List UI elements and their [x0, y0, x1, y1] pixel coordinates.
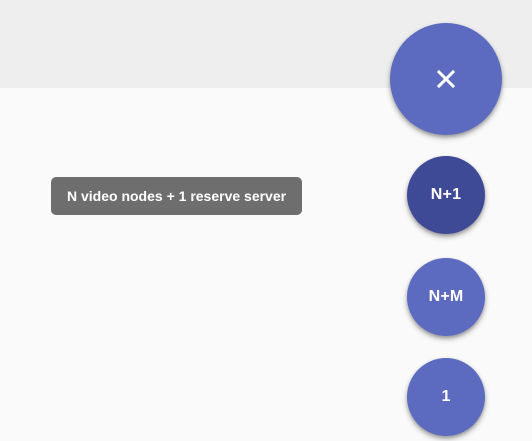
one-label: 1: [441, 388, 451, 405]
n-plus-m-button[interactable]: N+M: [407, 258, 485, 336]
one-button[interactable]: 1: [407, 358, 485, 436]
tooltip-n-plus-1: N video nodes + 1 reserve server: [51, 177, 303, 215]
n-plus-m-label: N+M: [428, 288, 464, 305]
page: N video nodes + 1 reserve server N+1 N+M…: [0, 0, 532, 441]
n-plus-1-label: N+1: [430, 186, 462, 203]
close-speed-dial-button[interactable]: [390, 23, 502, 135]
close-icon: [436, 69, 456, 89]
n-plus-1-button[interactable]: N+1: [407, 156, 485, 234]
